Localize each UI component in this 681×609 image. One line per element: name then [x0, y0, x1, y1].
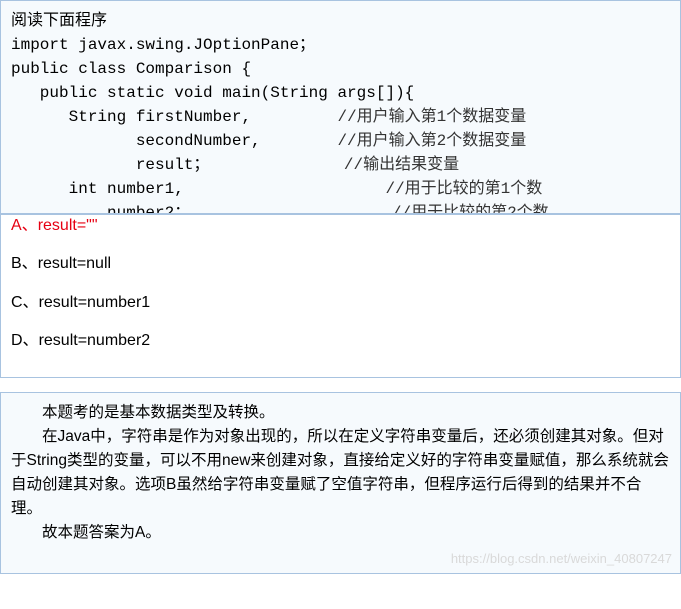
- code-line: result；: [11, 156, 209, 174]
- code-line: secondNumber,: [11, 132, 261, 150]
- option-label: D、: [11, 332, 39, 349]
- code-line: String firstNumber,: [11, 108, 251, 126]
- code-line: import javax.swing.JOptionPane；: [11, 36, 315, 54]
- code-comment: //输出结果变量: [344, 156, 459, 174]
- option-d: D、result=number2: [11, 330, 670, 352]
- option-a: A、result="": [11, 215, 670, 237]
- code-comment: //用户输入第2个数据变量: [337, 132, 526, 150]
- code-comment: //用于比较的第2个数: [392, 204, 549, 214]
- option-label: C、: [11, 294, 39, 311]
- explanation-block: 本题考的是基本数据类型及转换。 在Java中，字符串是作为对象出现的，所以在定义…: [0, 392, 681, 574]
- option-text: result=number2: [39, 332, 151, 349]
- option-text: result=null: [38, 255, 111, 272]
- option-c: C、result=number1: [11, 292, 670, 314]
- option-label: A、: [11, 217, 38, 234]
- watermark-text: https://blog.csdn.net/weixin_40807247: [451, 549, 672, 569]
- code-line: 阅读下面程序: [11, 12, 107, 30]
- explanation-line: 在Java中，字符串是作为对象出现的，所以在定义字符串变量后，还必须创建其对象。…: [11, 425, 670, 521]
- option-b: B、result=null: [11, 253, 670, 275]
- code-line: int number1,: [11, 180, 184, 198]
- option-text: result="": [38, 217, 98, 234]
- explanation-line: 故本题答案为A。: [11, 521, 670, 545]
- option-text: result=number1: [39, 294, 151, 311]
- code-comment: //用户输入第1个数据变量: [337, 108, 526, 126]
- code-line: public static void main(String args[]){: [11, 84, 414, 102]
- options-block: A、result="" B、result=null C、result=numbe…: [0, 214, 681, 378]
- explanation-line: 本题考的是基本数据类型及转换。: [11, 401, 670, 425]
- code-line: number2；: [11, 204, 190, 214]
- code-block: 阅读下面程序 import javax.swing.JOptionPane； p…: [0, 0, 681, 214]
- option-label: B、: [11, 255, 38, 272]
- code-comment: //用于比较的第1个数: [385, 180, 542, 198]
- code-line: public class Comparison {: [11, 60, 251, 78]
